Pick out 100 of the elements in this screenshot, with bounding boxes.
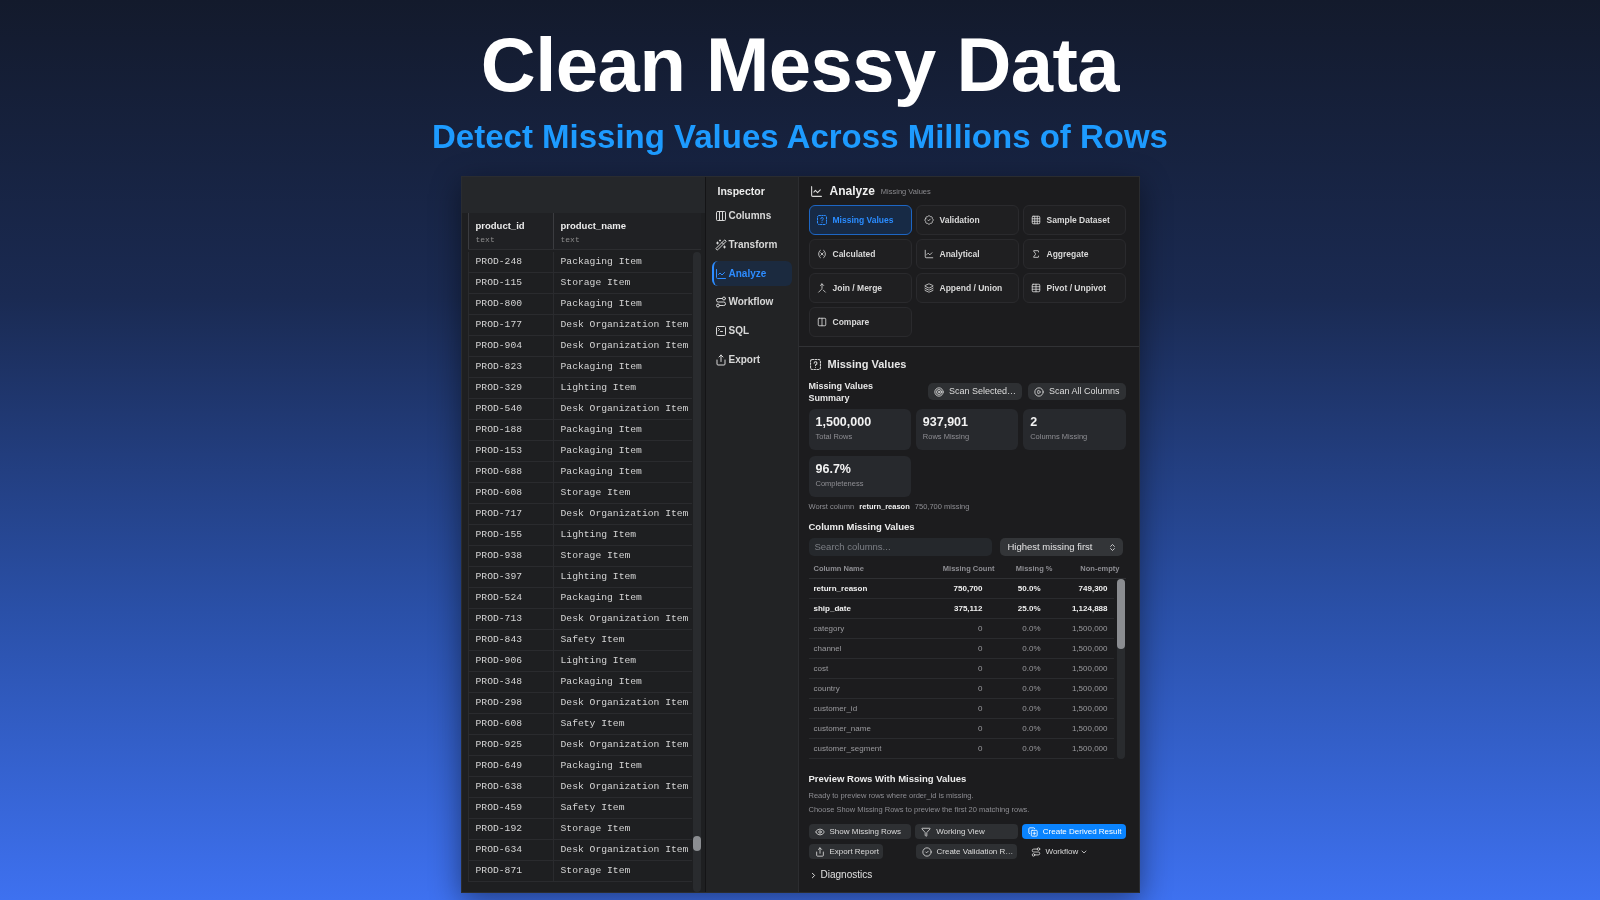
table-cell-text: 0 <box>977 724 983 733</box>
tool-button[interactable]: Compare <box>808 307 912 337</box>
table-cell-text: 0 <box>977 644 983 653</box>
table-cell: PROD-800 <box>467 294 553 314</box>
table-cell-text: 0.0% <box>1021 684 1041 693</box>
table-cell: PROD-348 <box>467 672 553 692</box>
sort-select[interactable]: Highest missing first <box>999 538 1123 556</box>
table-cell: PROD-192 <box>467 819 553 839</box>
dashed-question-icon <box>816 215 827 225</box>
table-cell: PROD-397 <box>467 567 553 587</box>
scrollbar-thumb[interactable] <box>692 836 701 851</box>
share-icon <box>714 354 727 366</box>
table-cell: PROD-688 <box>467 462 553 482</box>
table-cell: PROD-904 <box>467 336 553 356</box>
variable-icon <box>816 249 827 259</box>
dashed-question-icon <box>809 359 821 370</box>
section-title: Missing Values <box>827 357 907 372</box>
column-header[interactable]: product_id text <box>467 213 553 249</box>
tool-button[interactable]: Missing Values <box>808 205 912 235</box>
table-cell: Desk Organization Item <box>552 777 692 797</box>
table-cell-text: channel <box>812 644 843 653</box>
target-icon <box>933 386 944 397</box>
tool-button[interactable]: Join / Merge <box>808 273 912 303</box>
table-cell: Storage Item <box>552 546 692 566</box>
table-cell: Storage Item <box>552 273 692 293</box>
table-cell: PROD-925 <box>467 735 553 755</box>
tool-button[interactable]: Pivot / Unpivot <box>1022 273 1126 303</box>
nav-item[interactable]: SQL <box>711 318 792 344</box>
table-cell-text: customer_segment <box>812 744 883 753</box>
tool-button[interactable]: Sample Dataset <box>1022 205 1126 235</box>
table-cell-text: ship_date <box>812 604 852 613</box>
table-cell: Desk Organization Item <box>552 735 692 755</box>
tool-button[interactable]: Calculated <box>808 239 912 269</box>
table-cell: PROD-329 <box>467 378 553 398</box>
tool-button[interactable]: Validation <box>915 205 1019 235</box>
share-icon <box>814 846 825 857</box>
table-cell-text: 0.0% <box>1021 624 1041 633</box>
search-field[interactable]: Search columns... <box>808 538 992 556</box>
table-cell-text: 0.0% <box>1021 644 1041 653</box>
table-cell-text: 0.0% <box>1021 744 1041 753</box>
terminal-icon <box>714 325 727 338</box>
table-cell-text: 25.0% <box>1016 604 1041 613</box>
stat-value: 1,500,000 <box>815 415 873 430</box>
table-cell: PROD-540 <box>467 399 553 419</box>
column-name: product_id <box>475 220 526 232</box>
table-cell: Desk Organization Item <box>552 609 692 629</box>
table-cell-text: category <box>812 624 846 633</box>
table-cell-text: country <box>812 684 841 693</box>
table-cell: Storage Item <box>552 861 692 881</box>
table-cell-text: 1,500,000 <box>1070 664 1108 673</box>
tool-button[interactable]: Aggregate <box>1022 239 1126 269</box>
menu-button[interactable]: Workflow <box>1024 844 1093 859</box>
table-cell-text: 1,500,000 <box>1070 624 1108 633</box>
table-cell: Desk Organization Item <box>552 315 692 335</box>
action-button[interactable]: Show Missing Rows <box>808 824 912 839</box>
table-cell-text: 0 <box>977 704 983 713</box>
action-button[interactable]: Export Report <box>808 844 883 859</box>
scan-button[interactable]: Scan All Columns <box>1027 383 1126 400</box>
line-chart-icon <box>809 185 823 198</box>
table-cell: Lighting Item <box>552 378 692 398</box>
table-cell-text: 50.0% <box>1016 584 1041 593</box>
nav-item[interactable]: Columns <box>711 203 792 229</box>
table-cell: Desk Organization Item <box>552 336 692 356</box>
table-cell: Packaging Item <box>552 252 692 272</box>
grid-icon <box>1030 215 1041 225</box>
nav-item[interactable]: Workflow <box>711 289 792 315</box>
tool-button[interactable]: Analytical <box>915 239 1019 269</box>
table-icon <box>1030 283 1041 293</box>
stat-value: 937,901 <box>922 415 969 430</box>
scan-button[interactable]: Scan Selected… <box>927 383 1022 400</box>
action-button[interactable]: Working View <box>915 824 1018 839</box>
action-button[interactable]: Create Derived Result <box>1021 824 1126 839</box>
table-cell-text: 0.0% <box>1021 724 1041 733</box>
action-button[interactable]: Create Validation R… <box>915 844 1018 859</box>
panel-title: Analyze <box>829 184 875 199</box>
nav-item[interactable]: Transform <box>711 232 792 258</box>
column-header[interactable]: product_name text <box>552 213 701 249</box>
diagnostics-toggle[interactable]: Diagnostics <box>808 868 873 882</box>
nav-item[interactable]: Analyze <box>711 261 792 287</box>
table-cell: Packaging Item <box>552 462 692 482</box>
column-name: product_name <box>560 220 627 232</box>
table-cell: Packaging Item <box>552 441 692 461</box>
scrollbar-thumb[interactable] <box>1116 579 1125 649</box>
badge-check-icon <box>923 215 934 225</box>
route-icon <box>714 296 727 309</box>
sidebar-title: Inspector <box>716 184 766 198</box>
tool-button[interactable]: Append / Union <box>915 273 1019 303</box>
table-cell-text: 1,500,000 <box>1070 644 1108 653</box>
table-cell: Lighting Item <box>552 567 692 587</box>
preview-title: Preview Rows With Missing Values <box>808 773 968 785</box>
nav-item[interactable]: Export <box>711 347 792 373</box>
eye-icon <box>814 826 825 837</box>
table-cell: Packaging Item <box>552 672 692 692</box>
table-cell: Packaging Item <box>552 756 692 776</box>
layers-icon <box>923 283 934 293</box>
table-cell: Desk Organization Item <box>552 693 692 713</box>
table-cell-text: customer_id <box>812 704 859 713</box>
table-cell-text: 750,700 <box>952 584 983 593</box>
table-cell: Safety Item <box>552 714 692 734</box>
table-cell-text: 1,500,000 <box>1070 704 1108 713</box>
